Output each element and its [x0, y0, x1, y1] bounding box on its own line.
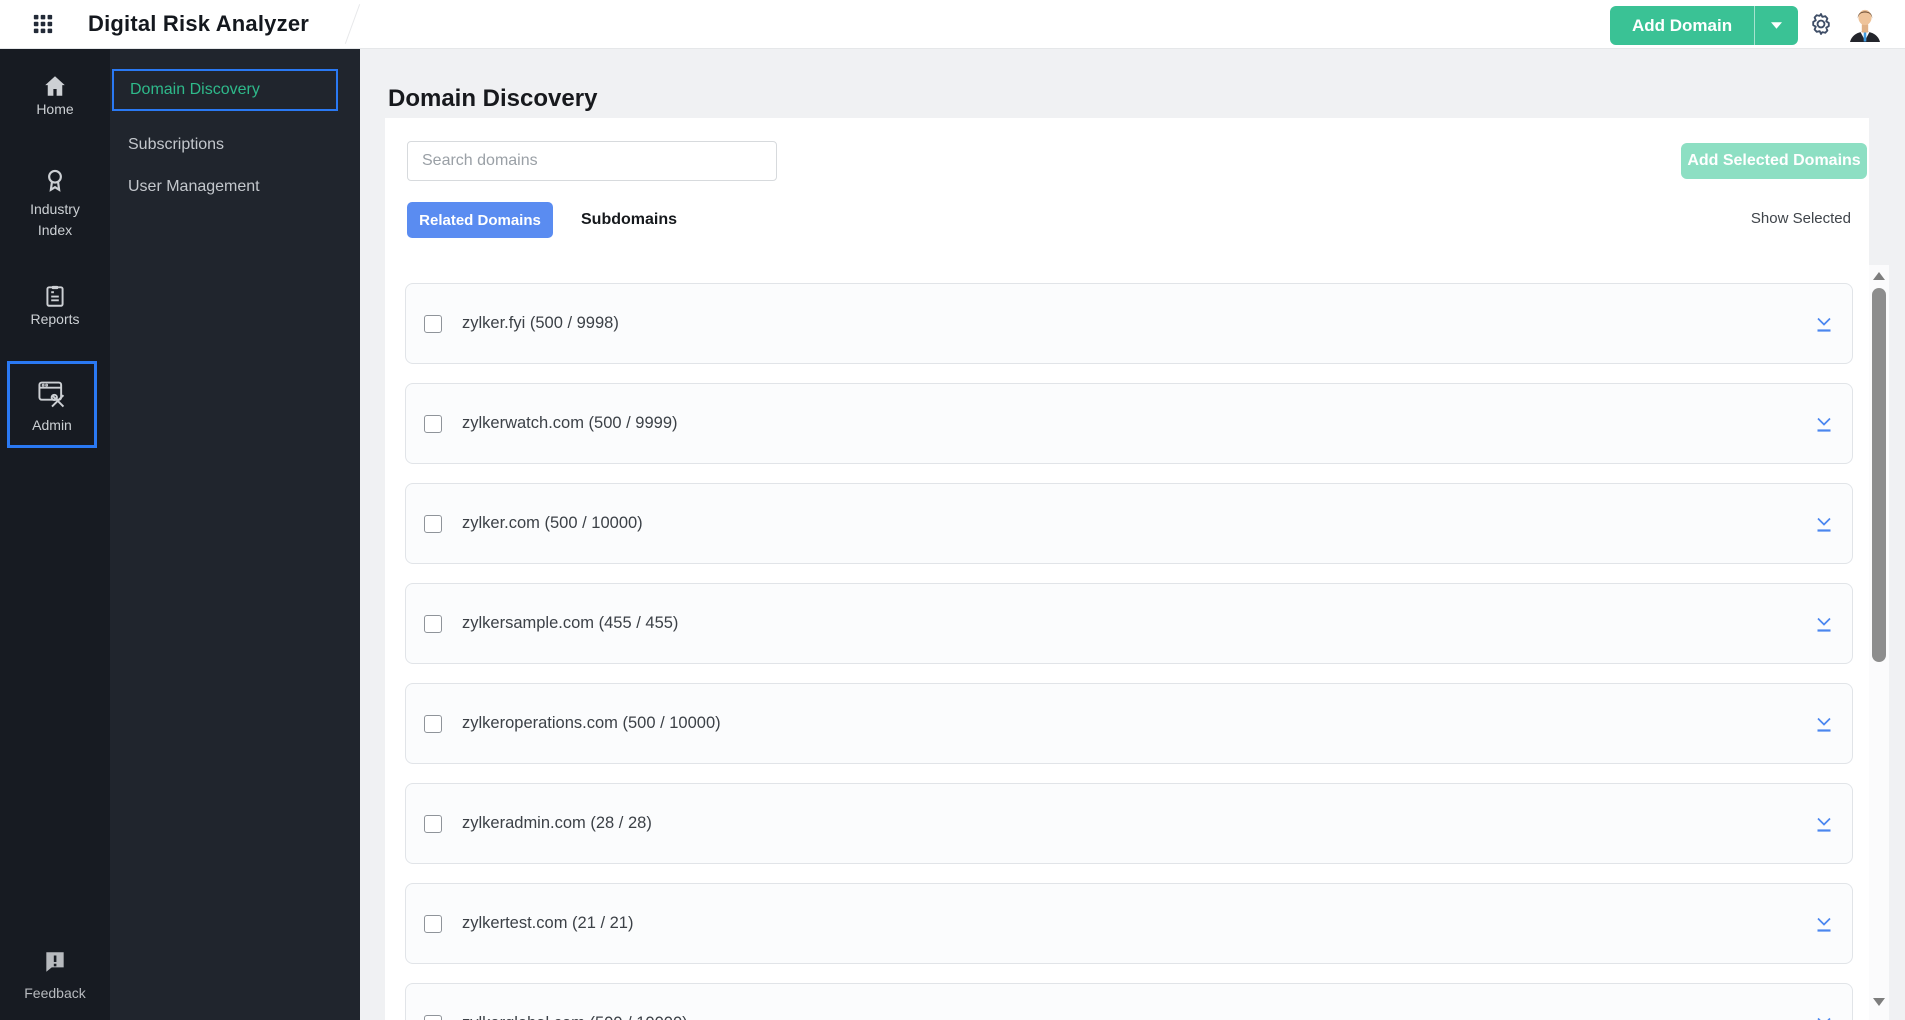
vertical-scrollbar[interactable] [1869, 265, 1889, 1020]
sidebar-item-reports[interactable]: Reports [0, 283, 110, 330]
sidebar-item-label: Admin [32, 417, 72, 433]
add-domain-split-button: Add Domain [1610, 6, 1799, 45]
admin-submenu: Domain Discovery Subscriptions User Mana… [110, 48, 360, 1020]
expand-chevron-icon[interactable] [1814, 515, 1834, 534]
domain-row: zylkersample.com (455 / 455) [405, 583, 1853, 664]
domain-row-partial: zylkerglobal.com (500 / 10000) [405, 983, 1853, 1020]
feedback-bubble-icon [46, 952, 64, 972]
add-domain-button[interactable]: Add Domain [1610, 6, 1754, 45]
domain-checkbox[interactable] [424, 515, 442, 533]
page-title: Domain Discovery [388, 85, 598, 113]
domain-label: zylkerwatch.com (500 / 9999) [462, 414, 678, 432]
domain-row: zylkerwatch.com (500 / 9999) [405, 383, 1853, 464]
domain-label: zylkeroperations.com (500 / 10000) [462, 714, 721, 732]
admin-tools-icon [38, 381, 65, 408]
domain-label: zylkertest.com (21 / 21) [462, 914, 634, 932]
search-domains-input[interactable] [407, 141, 777, 181]
domain-checkbox[interactable] [424, 715, 442, 733]
title-divider [344, 4, 361, 44]
expand-chevron-icon[interactable] [1814, 615, 1834, 634]
sidebar-item-home[interactable]: Home [0, 73, 110, 120]
domain-row: zylker.com (500 / 10000) [405, 483, 1853, 564]
domain-label: zylkerglobal.com (500 / 10000) [462, 984, 688, 1020]
domain-label: zylker.fyi (500 / 9998) [462, 314, 619, 332]
submenu-item-user-management[interactable]: User Management [112, 166, 338, 208]
scrollbar-thumb[interactable] [1872, 288, 1886, 662]
expand-chevron-icon[interactable] [1814, 1015, 1834, 1020]
add-selected-domains-button[interactable]: Add Selected Domains [1681, 143, 1867, 179]
app-window: Digital Risk Analyzer Add Domain Home In… [0, 0, 1905, 1020]
sidebar-item-industry-index[interactable]: Industry Index [0, 167, 110, 241]
app-title: Digital Risk Analyzer [88, 11, 310, 36]
domain-row: zylkertest.com (21 / 21) [405, 883, 1853, 964]
caret-down-icon [1771, 22, 1783, 29]
domain-checkbox[interactable] [424, 915, 442, 933]
sidebar-item-label: Home [36, 101, 74, 117]
clipboard-icon [46, 285, 64, 307]
domain-checkbox[interactable] [424, 415, 442, 433]
primary-sidebar: Home Industry Index Reports Admin Feedba… [0, 48, 110, 1020]
domain-label: zylkersample.com (455 / 455) [462, 614, 679, 632]
domain-label: zylker.com (500 / 10000) [462, 514, 643, 532]
main-content: Domain Discovery Add Selected Domains Re… [360, 48, 1905, 1020]
expand-chevron-icon[interactable] [1814, 415, 1834, 434]
domain-discovery-panel: Add Selected Domains Related Domains Sub… [385, 118, 1869, 1020]
sidebar-item-label: Feedback [24, 985, 86, 1001]
expand-chevron-icon[interactable] [1814, 815, 1834, 834]
app-launcher-grid-icon[interactable] [32, 13, 54, 35]
expand-chevron-icon[interactable] [1814, 715, 1834, 734]
settings-gear-icon[interactable] [1808, 11, 1834, 37]
submenu-item-subscriptions[interactable]: Subscriptions [112, 124, 338, 166]
domain-row: zylkeradmin.com (28 / 28) [405, 783, 1853, 864]
show-selected-link[interactable]: Show Selected [1751, 210, 1851, 227]
add-domain-dropdown-button[interactable] [1754, 6, 1798, 45]
domain-row: zylkeroperations.com (500 / 10000) [405, 683, 1853, 764]
sidebar-item-label: Reports [30, 311, 80, 327]
sidebar-item-feedback[interactable]: Feedback [0, 949, 110, 1004]
expand-chevron-icon[interactable] [1814, 915, 1834, 934]
submenu-item-domain-discovery[interactable]: Domain Discovery [112, 69, 338, 111]
scroll-down-arrow[interactable] [1873, 998, 1885, 1006]
domain-checkbox[interactable] [424, 615, 442, 633]
domain-checkbox[interactable] [424, 815, 442, 833]
domain-row: zylker.fyi (500 / 9998) [405, 283, 1853, 364]
home-icon [45, 76, 65, 96]
tab-subdomains[interactable]: Subdomains [571, 202, 687, 238]
domain-checkbox[interactable] [424, 315, 442, 333]
expand-chevron-icon[interactable] [1814, 315, 1834, 334]
user-avatar[interactable] [1847, 5, 1883, 43]
topbar: Digital Risk Analyzer Add Domain [0, 0, 1905, 49]
sidebar-item-admin[interactable]: Admin [7, 361, 97, 448]
medal-icon [48, 169, 62, 192]
domain-checkbox[interactable] [424, 1015, 442, 1020]
scroll-up-arrow[interactable] [1873, 272, 1885, 280]
tab-related-domains[interactable]: Related Domains [407, 202, 553, 238]
domain-label: zylkeradmin.com (28 / 28) [462, 814, 652, 832]
sidebar-item-label: Industry Index [30, 201, 80, 238]
